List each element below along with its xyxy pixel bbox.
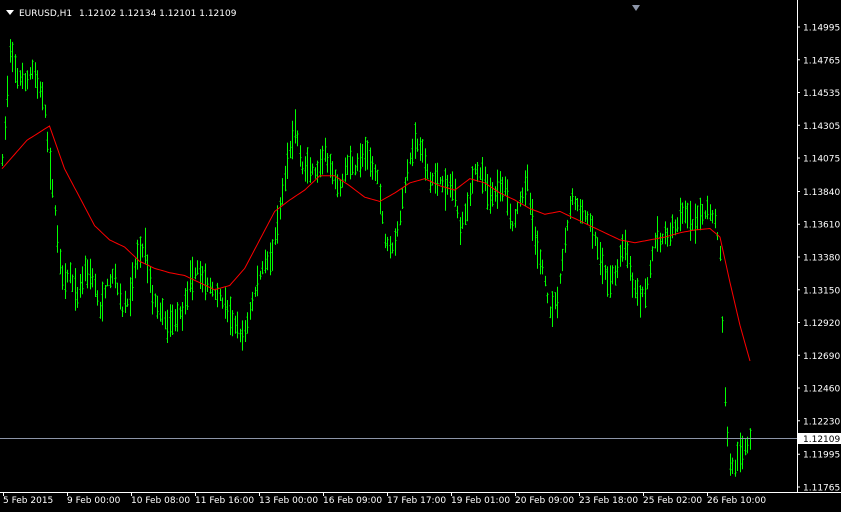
x-tick-label: 11 Feb 16:00 bbox=[195, 496, 254, 506]
x-tick-label: 17 Feb 17:00 bbox=[387, 496, 446, 506]
y-tick-label: 1.12920 bbox=[803, 319, 840, 329]
x-tick-label: 13 Feb 00:00 bbox=[259, 496, 318, 506]
x-tick-label: 5 Feb 2015 bbox=[3, 496, 53, 506]
x-tick-label: 16 Feb 09:00 bbox=[323, 496, 382, 506]
x-tick-label: 19 Feb 01:00 bbox=[451, 496, 510, 506]
y-tick-label: 1.14535 bbox=[803, 89, 840, 99]
y-axis[interactable]: 1.14995 1.14765 1.14535 1.14305 1.14075 1.138… bbox=[797, 24, 840, 494]
y-tick-label: 1.12230 bbox=[803, 417, 840, 427]
y-tick-label: 1.13150 bbox=[803, 286, 840, 296]
x-tick-label: 10 Feb 08:00 bbox=[131, 496, 190, 506]
y-tick-label: 1.11995 bbox=[803, 451, 840, 461]
symbol-label: EURUSD,H1 bbox=[19, 9, 72, 19]
y-tick-label: 1.11765 bbox=[803, 484, 840, 494]
chart-window[interactable]: 1.14995 1.14765 1.14535 1.14305 1.14075 1.138… bbox=[0, 0, 841, 508]
x-tick-label: 23 Feb 18:00 bbox=[579, 496, 638, 506]
y-tick-label: 1.14765 bbox=[803, 56, 840, 66]
current-price-box: 1.12109 bbox=[798, 433, 841, 445]
ohlc-values: 1.12102 1.12134 1.12101 1.12109 bbox=[79, 9, 237, 19]
y-tick-label: 1.13380 bbox=[803, 254, 840, 264]
y-tick-label: 1.14995 bbox=[803, 24, 840, 34]
y-tick-label: 1.12690 bbox=[803, 352, 840, 362]
x-tick-label: 20 Feb 09:00 bbox=[515, 496, 574, 506]
chart-background bbox=[0, 0, 841, 508]
y-tick-label: 1.12460 bbox=[803, 385, 840, 395]
y-tick-label: 1.14305 bbox=[803, 122, 840, 132]
y-tick-label: 1.13840 bbox=[803, 188, 840, 198]
x-tick-label: 25 Feb 02:00 bbox=[643, 496, 702, 506]
x-tick-label: 26 Feb 10:00 bbox=[707, 496, 766, 506]
y-tick-label: 1.13610 bbox=[803, 221, 840, 231]
price-chart[interactable]: 1.14995 1.14765 1.14535 1.14305 1.14075 1.138… bbox=[0, 0, 841, 508]
current-price-label: 1.12109 bbox=[803, 435, 840, 445]
y-tick-label: 1.14075 bbox=[803, 155, 840, 165]
x-tick-label: 9 Feb 00:00 bbox=[67, 496, 121, 506]
